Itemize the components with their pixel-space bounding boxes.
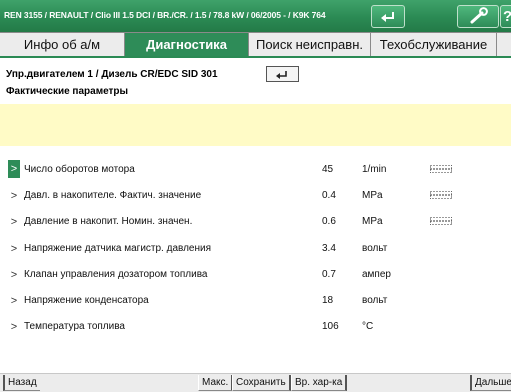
parameter-row[interactable]: > Давление в накопит. Номин. значен. 0.6… [0, 208, 511, 234]
tab-vehicle-info[interactable]: Инфо об а/м [0, 33, 125, 56]
row-marker: > [8, 160, 20, 178]
question-mark-icon: ? [503, 8, 511, 25]
section-back-button[interactable] [266, 66, 299, 82]
max-button[interactable]: Макс. [198, 375, 234, 391]
parameter-unit: 1/min [362, 164, 387, 175]
parameter-row[interactable]: > Число оборотов мотора 45 1/min [0, 156, 511, 182]
back-button[interactable]: Назад [3, 375, 40, 391]
mini-graph-icon[interactable] [430, 165, 452, 173]
next-button[interactable]: Дальше [470, 375, 511, 391]
row-marker: > [10, 268, 18, 281]
parameter-unit: MPa [362, 190, 383, 202]
parameter-label: Напряжение конденсатора [24, 294, 149, 306]
section-title: Фактические параметры [6, 86, 129, 97]
tab-diagnostics[interactable]: Диагностика [125, 33, 249, 56]
tools-button[interactable] [457, 5, 499, 28]
save-button[interactable]: Сохранить [232, 375, 291, 391]
parameter-row[interactable]: > Давл. в накопителе. Фактич. значение 0… [0, 182, 511, 208]
parameter-row[interactable]: > Напряжение датчика магистр. давления 3… [0, 235, 511, 261]
parameter-value: 0.6 [322, 216, 336, 228]
parameter-value: 18 [322, 294, 334, 306]
row-marker: > [10, 216, 18, 229]
mini-graph-icon[interactable] [430, 217, 452, 226]
parameter-value: 3.4 [322, 242, 336, 254]
parameter-value: 106 [322, 321, 339, 333]
row-marker: > [10, 190, 18, 203]
back-arrow-icon [381, 12, 394, 22]
parameter-unit: вольт [362, 242, 388, 254]
parameter-row[interactable]: > Клапан управления дозатором топлива 0.… [0, 261, 511, 287]
tab-maintenance[interactable]: Техобслуживание [371, 33, 497, 56]
parameter-label: Число оборотов мотора [24, 164, 135, 175]
tab-overflow [497, 33, 511, 56]
row-marker: > [10, 242, 18, 255]
parameter-value: 45 [322, 164, 334, 175]
parameter-unit: °C [362, 321, 374, 333]
parameter-list: > Число оборотов мотора 45 1/min > Давл.… [0, 156, 511, 339]
parameter-row[interactable]: > Напряжение конденсатора 18 вольт [0, 287, 511, 313]
time-chart-button[interactable]: Вр. хар-ка [291, 375, 348, 391]
vehicle-info: REN 3155 / RENAULT / Clio III 1.5 DCI / … [4, 10, 326, 20]
row-marker: > [10, 294, 18, 307]
mini-graph-icon[interactable] [430, 191, 452, 200]
title-back-button[interactable] [371, 5, 405, 28]
parameter-label: Давл. в накопителе. Фактич. значение [24, 190, 202, 202]
tab-bar: Инфо об а/м Диагностика Поиск неисправн.… [0, 32, 511, 58]
parameter-unit: MPa [362, 216, 383, 228]
parameter-label: Клапан управления дозатором топлива [24, 268, 208, 280]
back-arrow-icon [276, 71, 287, 79]
parameter-unit: ампер [362, 268, 391, 280]
row-marker: > [10, 321, 18, 334]
wrench-icon [470, 7, 488, 24]
tab-fault-finding[interactable]: Поиск неисправн. [249, 33, 371, 56]
parameter-unit: вольт [362, 294, 388, 306]
parameter-label: Давление в накопит. Номин. значен. [24, 216, 193, 228]
parameter-label: Напряжение датчика магистр. давления [24, 242, 212, 254]
parameter-row[interactable]: > Температура топлива 106 °C [0, 313, 511, 339]
title-bar: REN 3155 / RENAULT / Clio III 1.5 DCI / … [0, 0, 511, 32]
parameter-value: 0.7 [322, 268, 336, 280]
message-area [0, 104, 511, 146]
bottom-toolbar: Назад Макс. Сохранить Вр. хар-ка Дальше [0, 373, 511, 392]
help-button[interactable]: ? [500, 5, 511, 28]
ecu-subtitle: Упр.двигателем 1 / Дизель CR/EDC SID 301 [6, 69, 218, 80]
parameter-value: 0.4 [322, 190, 336, 202]
parameter-label: Температура топлива [24, 321, 125, 333]
